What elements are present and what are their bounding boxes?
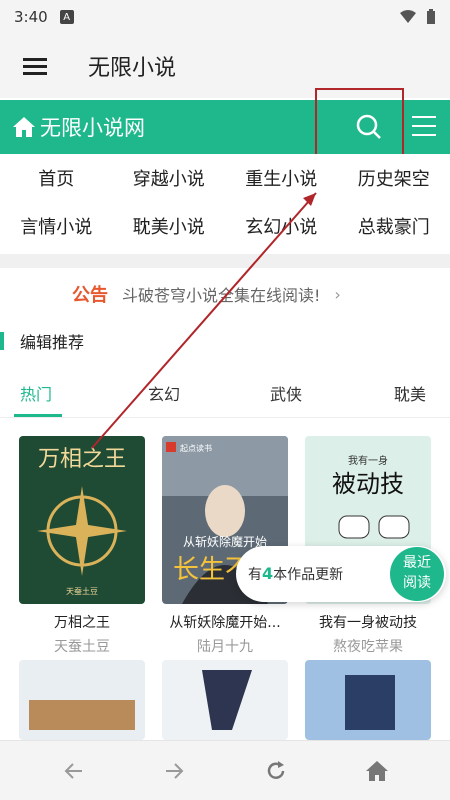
battery-icon	[427, 9, 435, 24]
bottom-nav	[0, 740, 450, 800]
forward-button[interactable]	[162, 759, 186, 787]
arrow-right-icon	[166, 763, 184, 779]
book-author: 熬夜吃苹果	[333, 639, 403, 655]
cover-title: 万相之王	[38, 447, 126, 472]
update-text: 有4本作品更新	[248, 564, 344, 583]
nav-item[interactable]: 穿越小说	[113, 165, 226, 191]
book-title: 从斩妖除魔开始...	[169, 615, 281, 631]
book-title: 万相之王	[54, 615, 110, 631]
status-time: 3:40	[14, 8, 48, 26]
tab-xuanhuan[interactable]: 玄幻	[148, 381, 180, 405]
highlight-box	[315, 88, 404, 162]
recent-reading-button[interactable]: 最近 阅读	[390, 547, 444, 601]
book-card[interactable]: 万相之王 天蚕土豆 万相之王 天蚕土豆	[19, 436, 145, 656]
book-author: 天蚕土豆	[54, 639, 110, 655]
app-title: 无限小说	[88, 56, 177, 81]
refresh-icon	[267, 761, 285, 779]
cover-top-text: 我有一身	[348, 454, 388, 467]
announcement-text: 斗破苍穹小说全集在线阅读!	[122, 286, 321, 305]
book-cover[interactable]	[305, 660, 431, 740]
home-icon	[13, 117, 35, 137]
chevron-right-icon: ›	[334, 284, 341, 304]
nav-item[interactable]: 历史架空	[338, 165, 450, 191]
book-cover[interactable]: 万相之王 天蚕土豆	[19, 436, 145, 604]
home-button[interactable]	[364, 759, 390, 787]
divider	[0, 254, 450, 268]
tab-wuxia[interactable]: 武侠	[270, 381, 302, 405]
nav-item[interactable]: 言情小说	[0, 213, 113, 239]
active-tab-indicator	[14, 414, 62, 417]
tab-hot[interactable]: 热门	[20, 381, 52, 405]
book-cover[interactable]	[19, 660, 145, 740]
book-title: 我有一身被动技	[319, 615, 417, 631]
announcement-bar[interactable]: 公告 斗破苍穹小说全集在线阅读! ›	[0, 268, 450, 320]
tab-danmei[interactable]: 耽美	[394, 381, 426, 405]
category-tabs: 热门 玄幻 武侠 耽美	[0, 368, 450, 418]
wifi-icon	[400, 10, 416, 23]
nav-item[interactable]: 首页	[0, 165, 113, 191]
cover-badge: 起点读书	[180, 443, 212, 453]
update-notification[interactable]: 有4本作品更新 最近 阅读	[236, 546, 446, 602]
home-icon	[366, 761, 388, 781]
site-menu-button[interactable]	[410, 112, 438, 144]
cover-title: 被动技	[332, 470, 404, 498]
back-button[interactable]	[62, 759, 86, 787]
category-nav: 首页 穿越小说 重生小说 历史架空 言情小说 耽美小说 玄幻小说 总裁豪门	[0, 154, 450, 254]
notification-badge: A	[59, 10, 74, 24]
book-cover[interactable]	[162, 660, 288, 740]
site-logo[interactable]: 无限小说网	[12, 112, 145, 142]
announcement-tag: 公告	[72, 285, 108, 306]
section-title: 编辑推荐	[20, 333, 85, 352]
nav-item[interactable]: 耽美小说	[113, 213, 226, 239]
arrow-left-icon	[64, 763, 82, 779]
hamburger-icon	[23, 58, 47, 75]
hamburger-menu-button[interactable]	[0, 56, 70, 76]
nav-item[interactable]: 玄幻小说	[225, 213, 338, 239]
cover-author: 天蚕土豆	[66, 586, 98, 596]
site-logo-text: 无限小说网	[40, 116, 145, 140]
list-menu-icon	[412, 116, 436, 136]
section-header: 编辑推荐	[0, 326, 450, 356]
status-bar: 3:40 A	[0, 0, 450, 34]
nav-item[interactable]: 重生小说	[225, 165, 338, 191]
refresh-button[interactable]	[264, 759, 288, 787]
section-accent-bar	[0, 332, 4, 350]
nav-item[interactable]: 总裁豪门	[338, 213, 450, 239]
book-author: 陆月十九	[197, 639, 253, 655]
